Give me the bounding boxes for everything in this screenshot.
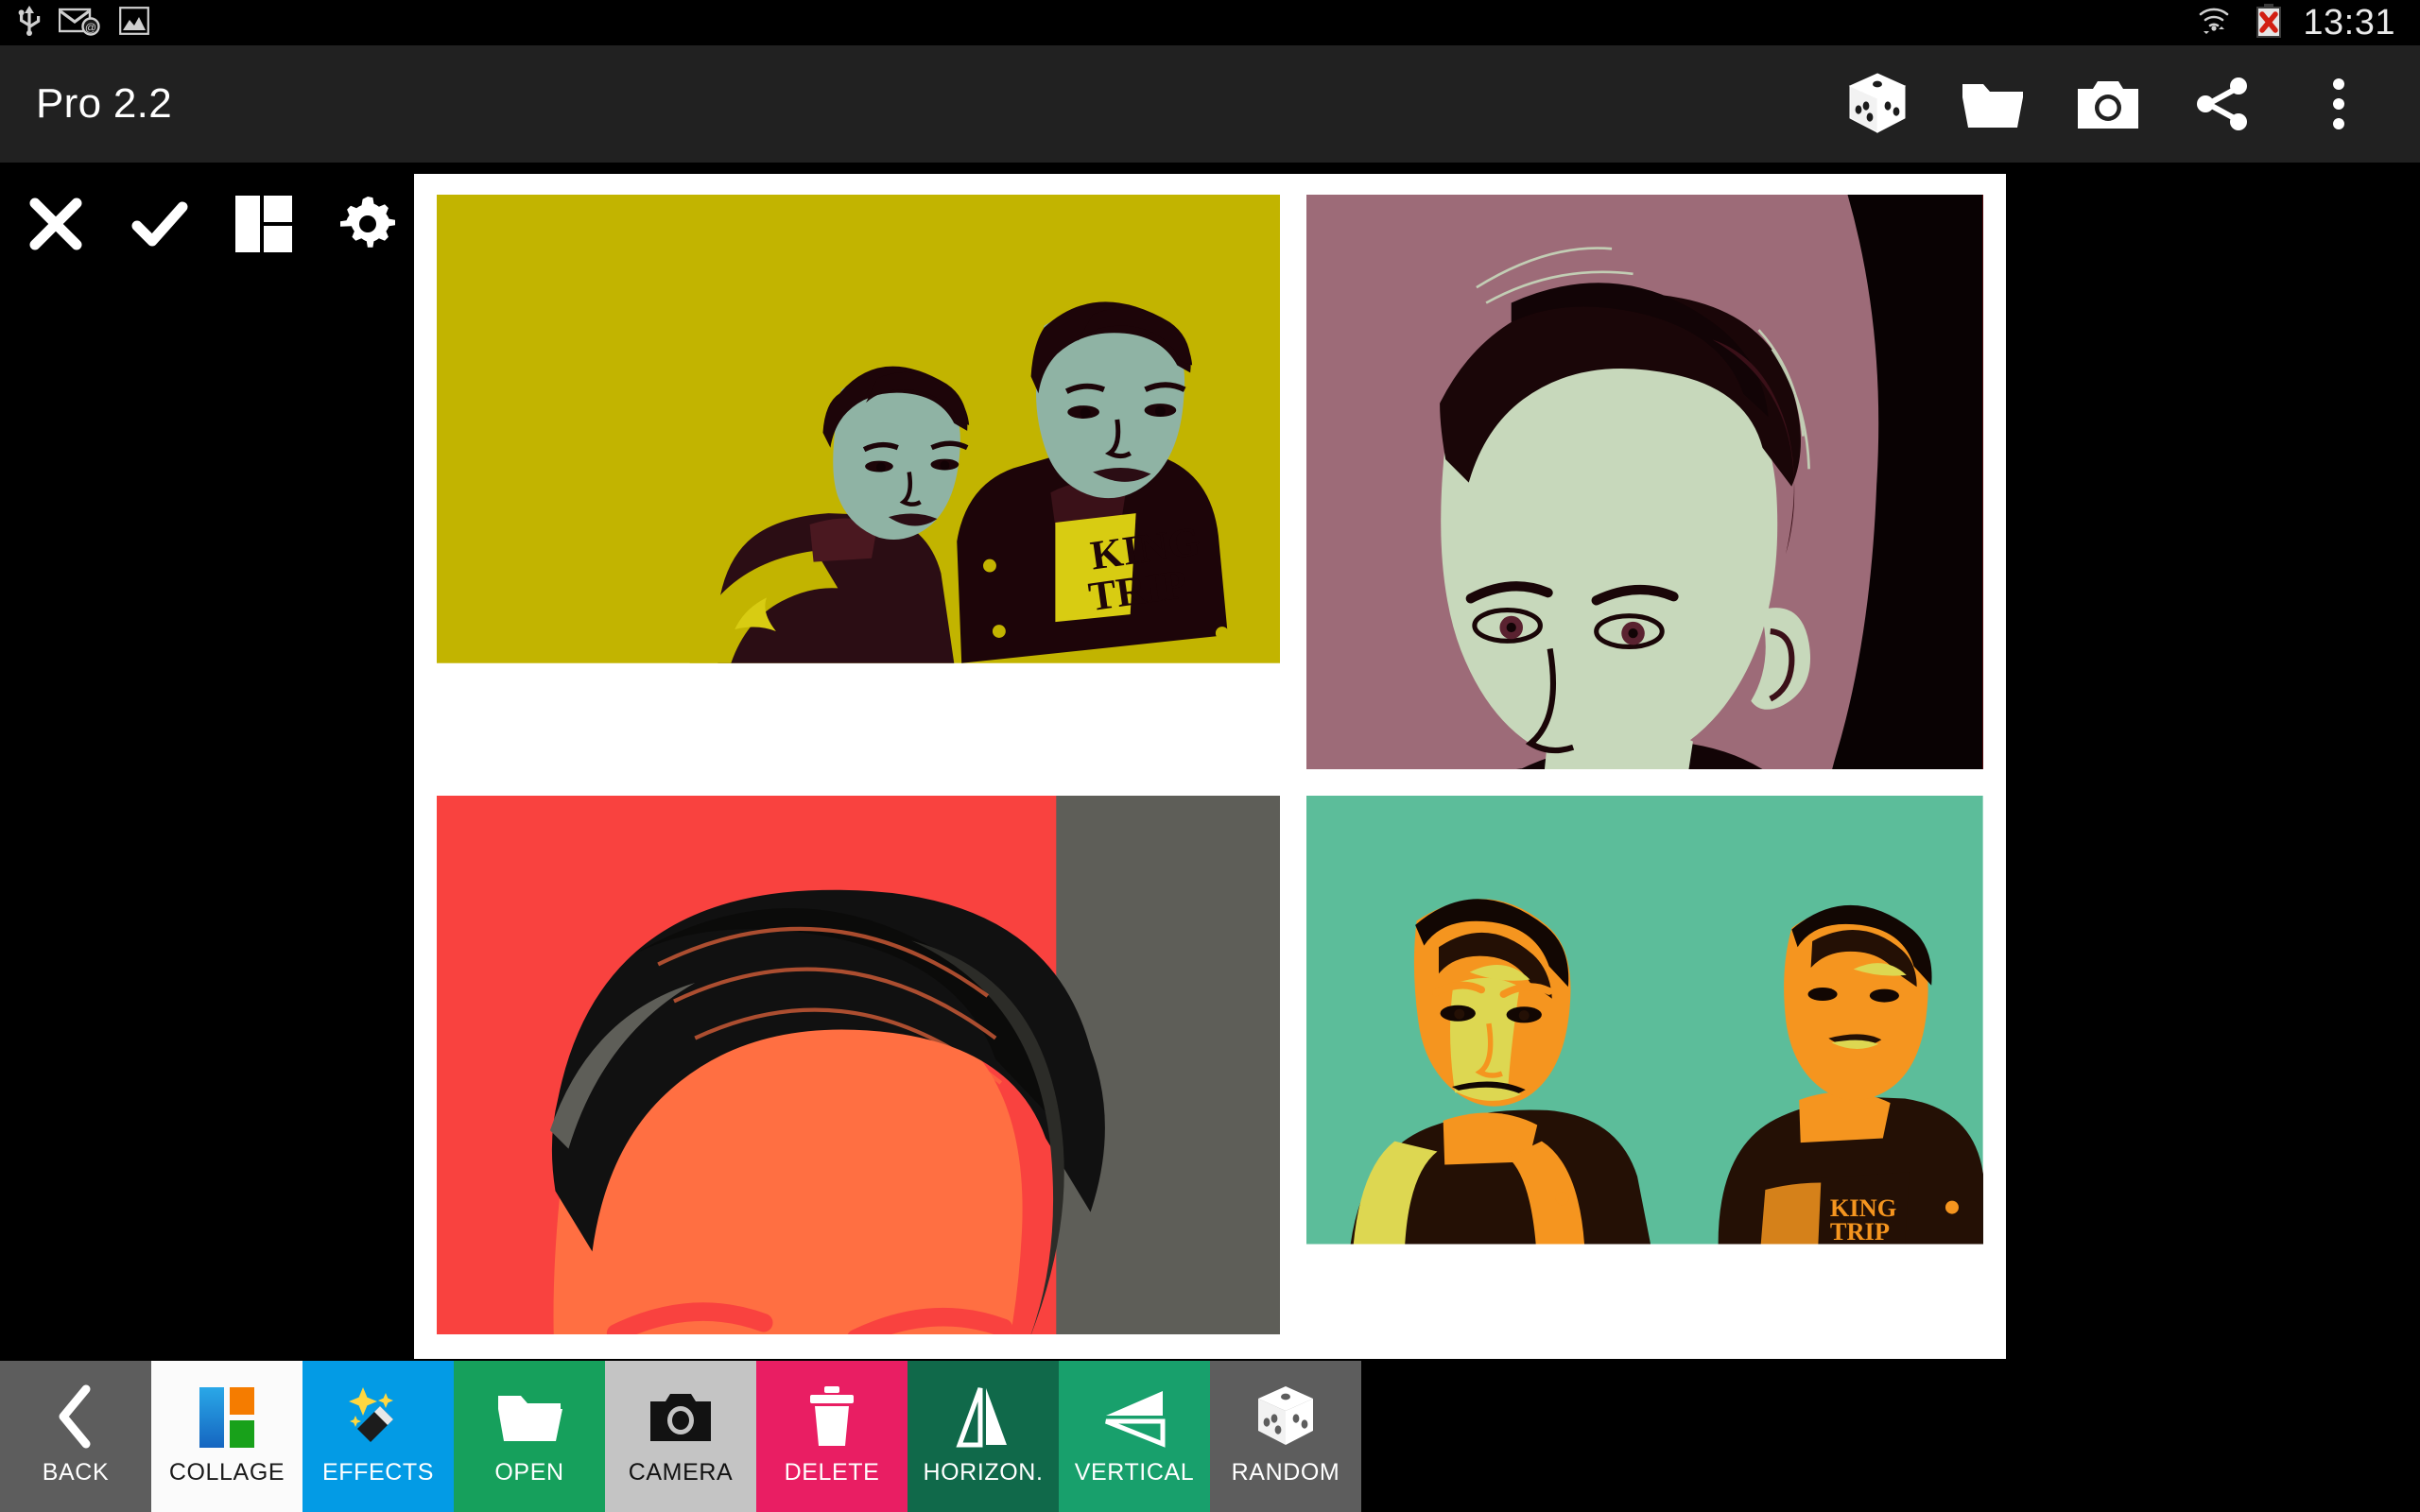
wifi-icon [2197,5,2235,42]
chevron-left-icon [54,1380,97,1453]
status-bar: @ 13:31 [0,0,2420,45]
back-button[interactable]: BACK [0,1361,151,1512]
battery-error-icon [2256,3,2282,43]
flip-horizontal-icon [952,1380,1014,1453]
usb-icon [17,5,42,41]
collage-icon [199,1380,254,1453]
collage-cell-4[interactable]: KING TRIP [1293,782,1983,1334]
collage-button[interactable]: COLLAGE [151,1361,302,1512]
delete-label: DELETE [784,1459,880,1486]
email-icon: @ [58,6,102,41]
status-bar-right-icons: 13:31 [2197,3,2395,43]
random-button[interactable]: RANDOM [1210,1361,1361,1512]
open-button[interactable]: OPEN [454,1361,605,1512]
svg-text:TRIP: TRIP [1830,1217,1890,1245]
back-label: BACK [42,1459,110,1486]
collage-cell-2[interactable] [1293,195,1983,782]
dice-icon [1255,1380,1316,1453]
gear-icon[interactable] [333,189,403,259]
pop-art-image-3 [437,796,1281,1334]
collage-cell-1[interactable]: KING TRIP [437,195,1293,782]
flip-vertical-label: VERTICAL [1074,1459,1195,1486]
camera-icon[interactable] [2072,68,2144,140]
effects-label: EFFECTS [321,1459,435,1486]
action-bar-icons [1841,68,2375,140]
workspace: KING TRIP KING TRIP [0,163,2420,1361]
collage-cell-3[interactable] [437,782,1293,1334]
folder-icon [495,1380,563,1453]
collage-canvas[interactable]: KING TRIP KING TRIP [414,174,2006,1359]
svg-text:@: @ [85,21,96,34]
camera-icon [648,1380,714,1453]
close-icon[interactable] [21,189,91,259]
flip-horizontal-label: HORIZON. [923,1459,1044,1486]
folder-icon[interactable] [1957,68,2029,140]
open-label: OPEN [494,1459,564,1486]
action-bar: Pro 2.2 [0,45,2420,163]
dice-icon[interactable] [1841,68,1913,140]
pop-art-image-2 [1306,195,1983,770]
magic-wand-icon [344,1380,412,1453]
app-title: Pro 2.2 [36,80,172,127]
selection-border [1306,195,1983,770]
status-bar-clock: 13:31 [2303,2,2395,43]
check-icon[interactable] [125,189,195,259]
delete-button[interactable]: DELETE [756,1361,908,1512]
flip-vertical-icon [1102,1380,1167,1453]
camera-label: CAMERA [628,1459,734,1486]
collage-label: COLLAGE [168,1459,285,1486]
share-icon[interactable] [2187,68,2259,140]
image-icon [119,6,149,40]
trash-icon [806,1380,857,1453]
bottom-toolbar: BACK COLLAGE EFFECTS OPEN CAMERA DELETE … [0,1361,2420,1512]
effects-button[interactable]: EFFECTS [302,1361,454,1512]
layout-icon[interactable] [229,189,299,259]
pop-art-image-1: KING TRIP [437,195,1281,663]
flip-horizontal-button[interactable]: HORIZON. [908,1361,1059,1512]
camera-button[interactable]: CAMERA [605,1361,756,1512]
flip-vertical-button[interactable]: VERTICAL [1059,1361,1210,1512]
bottom-toolbar-empty-area [1361,1361,2420,1512]
overflow-menu-icon[interactable] [2303,68,2375,140]
collage-grid: KING TRIP KING TRIP [437,195,1983,1334]
editor-tool-strip [0,163,414,1361]
status-bar-left-icons: @ [17,5,149,41]
pop-art-image-4: KING TRIP [1306,796,1983,1245]
random-label: RANDOM [1231,1459,1340,1486]
